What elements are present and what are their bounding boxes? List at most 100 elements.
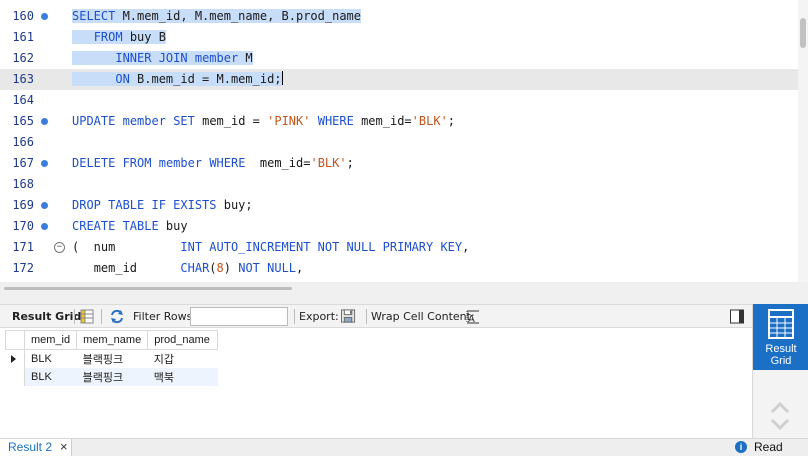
result-grid-button-label: Result <box>765 343 797 355</box>
code-text[interactable]: UPDATE member SET mem_id = 'PINK' WHERE … <box>72 111 455 132</box>
code-text[interactable]: FROM buy B <box>72 27 166 48</box>
code-line[interactable]: 166 <box>0 132 800 153</box>
sql-keyword: WHERE <box>209 156 246 170</box>
sql-text: mem_id= <box>353 114 412 128</box>
column-header[interactable]: mem_id <box>23 330 78 350</box>
selected-text[interactable]: INNER JOIN member M <box>72 51 253 65</box>
sql-keyword: member <box>194 51 239 65</box>
editor-horizontal-scrollbar[interactable] <box>0 282 808 304</box>
sql-text: buy B <box>122 30 166 44</box>
export-icon[interactable] <box>340 309 358 324</box>
code-text[interactable]: ON B.mem_id = M.mem_id; <box>72 69 283 90</box>
statement-marker-icon <box>41 160 48 167</box>
sql-text: mem_id = <box>194 114 268 128</box>
toolbar-separator <box>74 309 75 324</box>
code-text[interactable]: mem_id CHAR(8) NOT NULL, <box>72 258 304 279</box>
selected-text[interactable]: FROM buy B <box>72 30 166 44</box>
sql-text: buy; <box>216 198 253 212</box>
result-grid[interactable]: mem_id mem_name prod_name BLK 블랙핑크 지갑 BL… <box>0 328 752 438</box>
column-header[interactable]: mem_name <box>76 330 149 350</box>
sql-keyword: CHAR <box>180 261 210 275</box>
code-line[interactable]: 164 <box>0 90 800 111</box>
sql-string: 'BLK' <box>310 156 347 170</box>
result-tab-label: Result 2 <box>8 440 53 454</box>
line-number: 167 <box>12 156 34 170</box>
refresh-icon[interactable] <box>109 309 125 324</box>
sql-keyword: member <box>122 114 166 128</box>
selected-text[interactable]: ON B.mem_id = M.mem_id; <box>72 72 282 86</box>
result-tab[interactable]: Result 2 × <box>0 439 72 456</box>
chevron-up-icon[interactable] <box>770 402 790 414</box>
sql-text: ( num <box>72 240 181 254</box>
sql-keyword: member <box>158 156 203 170</box>
sql-text: M.mem_id, M.mem_name, B.prod_name <box>115 9 361 23</box>
line-number: 164 <box>12 93 34 107</box>
selected-text[interactable]: SELECT M.mem_id, M.mem_name, B.prod_name <box>72 9 361 23</box>
grid-layout-icon[interactable] <box>80 309 94 324</box>
code-line[interactable]: 172 mem_id CHAR(8) NOT NULL, <box>0 258 800 279</box>
filter-rows-input[interactable] <box>190 307 288 326</box>
code-line[interactable]: 170 CREATE TABLE buy <box>0 216 800 237</box>
grid-cell[interactable]: BLK <box>25 350 77 368</box>
sql-text: B.mem_id = M.mem_id; <box>129 72 282 86</box>
line-number: 170 <box>12 219 34 233</box>
fold-toggle-icon[interactable]: − <box>54 242 65 253</box>
code-line[interactable]: 161 FROM buy B <box>0 27 800 48</box>
code-text[interactable]: SELECT M.mem_id, M.mem_name, B.prod_name <box>72 6 361 27</box>
toggle-panel-icon[interactable] <box>730 309 744 324</box>
line-number: 168 <box>12 177 34 191</box>
line-number: 160 <box>12 9 34 23</box>
row-header[interactable] <box>5 367 25 386</box>
result-table[interactable]: mem_id mem_name prod_name BLK 블랙핑크 지갑 BL… <box>5 330 219 386</box>
info-icon: i <box>735 441 747 453</box>
grid-cell[interactable]: 블랙핑크 <box>76 367 148 386</box>
code-text[interactable]: INNER JOIN member M <box>72 48 253 69</box>
code-line[interactable]: 167 DELETE FROM member WHERE mem_id='BLK'… <box>0 153 800 174</box>
code-line[interactable]: 162 INNER JOIN member M <box>0 48 800 69</box>
code-text[interactable]: CREATE TABLE buy <box>72 216 188 237</box>
editor-vertical-scrollbar[interactable] <box>798 0 808 282</box>
code-text[interactable]: DELETE FROM member WHERE mem_id='BLK'; <box>72 153 354 174</box>
line-number: 161 <box>12 30 34 44</box>
code-text[interactable]: ( num INT AUTO_INCREMENT NOT NULL PRIMAR… <box>72 237 469 258</box>
grid-cell[interactable]: 블랙핑크 <box>77 350 148 368</box>
horizontal-scrollbar-thumb[interactable] <box>4 287 292 290</box>
chevron-down-icon[interactable] <box>770 418 790 430</box>
status-bar: Result 2 × i Read Only <box>0 438 808 456</box>
wrap-text-icon[interactable]: A <box>466 309 480 324</box>
code-text[interactable]: DROP TABLE IF EXISTS buy; <box>72 195 253 216</box>
code-line[interactable]: 163 ON B.mem_id = M.mem_id; <box>0 69 800 90</box>
sql-editor[interactable]: 160 SELECT M.mem_id, M.mem_name, B.prod_n… <box>0 0 808 282</box>
close-tab-icon[interactable]: × <box>60 439 68 455</box>
text-cursor <box>281 71 283 85</box>
result-grid-button[interactable]: Result Grid <box>753 304 808 370</box>
result-grid-icon <box>768 309 794 339</box>
table-row[interactable]: BLK 블랙핑크 맥북 <box>5 367 218 386</box>
scrollbar-thumb[interactable] <box>800 18 806 48</box>
code-line[interactable]: 168 <box>0 174 800 195</box>
statement-marker-icon <box>41 118 48 125</box>
statement-marker-icon <box>41 13 48 20</box>
code-line[interactable]: 160 SELECT M.mem_id, M.mem_name, B.prod_n… <box>0 6 800 27</box>
grid-cell[interactable]: BLK <box>24 367 77 386</box>
wrap-cell-content-label: Wrap Cell Content: <box>371 310 475 323</box>
toolbar-separator <box>101 309 102 324</box>
grid-cell[interactable]: 지갑 <box>148 350 218 368</box>
statement-marker-icon <box>41 223 48 230</box>
row-header[interactable] <box>5 349 25 368</box>
result-toolbar: Result Grid Filter Rows: Export: Wrap Ce… <box>0 304 752 328</box>
code-line[interactable]: 165 UPDATE member SET mem_id = 'PINK' WHE… <box>0 111 800 132</box>
table-row[interactable]: BLK 블랙핑크 지갑 <box>5 349 218 368</box>
code-line[interactable]: 171 −( num INT AUTO_INCREMENT NOT NULL PR… <box>0 237 800 258</box>
code-line[interactable]: 169 DROP TABLE IF EXISTS buy; <box>0 195 800 216</box>
grid-cell[interactable]: 맥북 <box>147 367 218 386</box>
result-side-panel: Result Grid <box>752 304 808 438</box>
sql-text: ; <box>447 114 455 128</box>
column-header[interactable]: prod_name <box>147 330 219 350</box>
toolbar-separator <box>294 309 295 324</box>
